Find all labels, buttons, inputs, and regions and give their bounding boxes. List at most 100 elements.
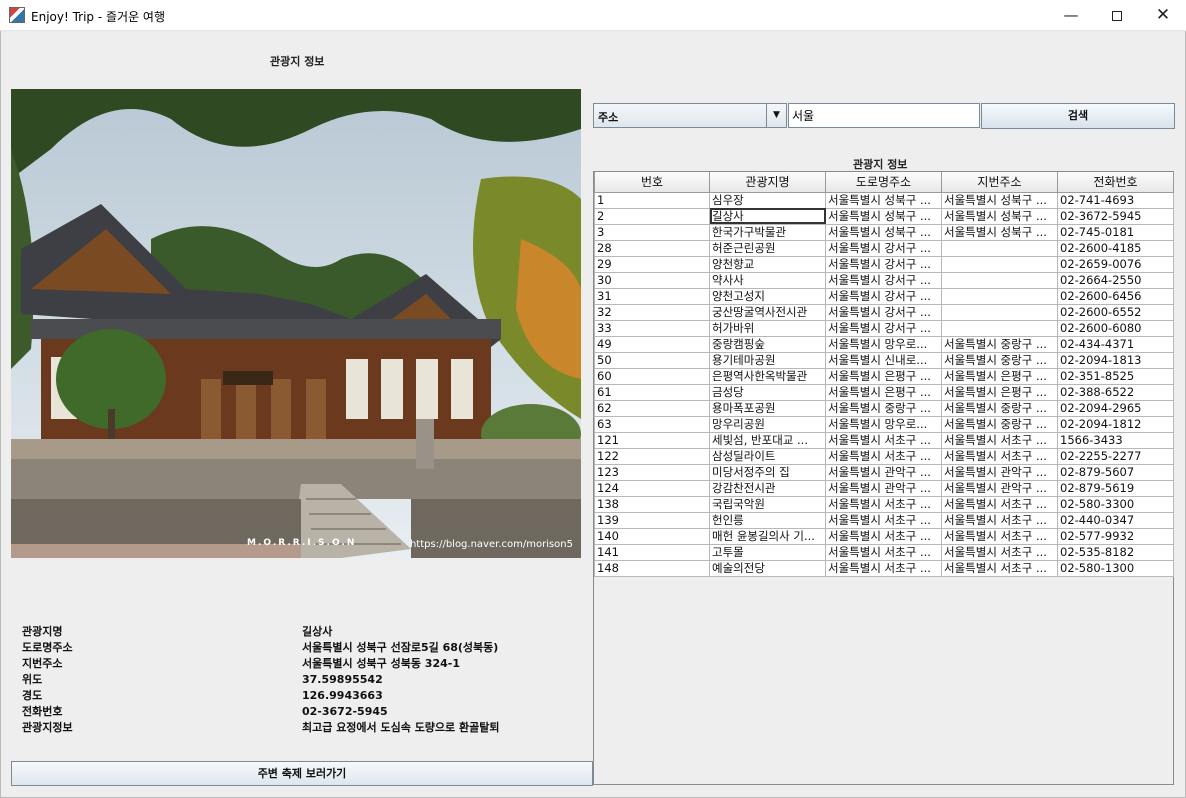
table-row[interactable]: 49 중랑캠핑숲 서울특별시 망우로... 서울특별시 중랑구 ... 02-434-4… — [594, 335, 1174, 353]
cell-name[interactable]: 용마폭포공원 — [709, 399, 826, 417]
cell-no[interactable]: 50 — [594, 351, 710, 369]
cell-name[interactable]: 금성당 — [709, 383, 826, 401]
cell-lot-address[interactable]: 서울특별시 서초구 ... — [941, 527, 1058, 545]
table-row[interactable]: 28 허준근린공원 서울특별시 강서구 ... 02-2600-4185 — [594, 239, 1174, 257]
table-row[interactable]: 60 은평역사한옥박물관 서울특별시 은평구 ... 서울특별시 은평구 ... 02-… — [594, 367, 1174, 385]
cell-no[interactable]: 123 — [594, 463, 710, 481]
cell-no[interactable]: 141 — [594, 543, 710, 561]
cell-name[interactable]: 매헌 윤봉길의사 기... — [709, 527, 826, 545]
cell-no[interactable]: 124 — [594, 479, 710, 497]
table-row[interactable]: 2 길상사 서울특별시 성북구 ... 서울특별시 성북구 ... 02-3672-59… — [594, 207, 1174, 225]
cell-road-address[interactable]: 서울특별시 성북구 ... — [825, 223, 942, 241]
column-header-name[interactable]: 관광지명 — [709, 172, 826, 193]
cell-no[interactable]: 121 — [594, 431, 710, 449]
cell-lot-address[interactable]: 서울특별시 성북구 ... — [941, 223, 1058, 241]
cell-road-address[interactable]: 서울특별시 관악구 ... — [825, 463, 942, 481]
cell-phone[interactable]: 02-434-4371 — [1057, 335, 1174, 353]
cell-name[interactable]: 한국가구박물관 — [709, 223, 826, 241]
cell-phone[interactable]: 02-2600-6456 — [1057, 287, 1174, 305]
cell-road-address[interactable]: 서울특별시 강서구 ... — [825, 255, 942, 273]
cell-no[interactable]: 148 — [594, 559, 710, 577]
cell-phone[interactable]: 02-2664-2550 — [1057, 271, 1174, 289]
cell-road-address[interactable]: 서울특별시 신내로... — [825, 351, 942, 369]
cell-road-address[interactable]: 서울특별시 서초구 ... — [825, 431, 942, 449]
table-row[interactable]: 121 세빛섬, 반포대교 ... 서울특별시 서초구 ... 서울특별시 서초구 .… — [594, 431, 1174, 449]
cell-phone[interactable]: 02-351-8525 — [1057, 367, 1174, 385]
cell-lot-address[interactable]: 서울특별시 성북구 ... — [941, 207, 1058, 225]
cell-road-address[interactable]: 서울특별시 강서구 ... — [825, 303, 942, 321]
cell-no[interactable]: 63 — [594, 415, 710, 433]
table-row[interactable]: 31 양천고성지 서울특별시 강서구 ... 02-2600-6456 — [594, 287, 1174, 305]
cell-phone[interactable]: 02-2600-4185 — [1057, 239, 1174, 257]
cell-name[interactable]: 중랑캠핑숲 — [709, 335, 826, 353]
cell-name[interactable]: 강감찬전시관 — [709, 479, 826, 497]
table-row[interactable]: 124 강감찬전시관 서울특별시 관악구 ... 서울특별시 관악구 ... 02-87… — [594, 479, 1174, 497]
cell-no[interactable]: 61 — [594, 383, 710, 401]
cell-road-address[interactable]: 서울특별시 관악구 ... — [825, 479, 942, 497]
table-row[interactable]: 33 허가바위 서울특별시 강서구 ... 02-2600-6080 — [594, 319, 1174, 337]
cell-lot-address[interactable]: 서울특별시 중랑구 ... — [941, 415, 1058, 433]
column-header-no[interactable]: 번호 — [594, 172, 710, 193]
cell-no[interactable]: 62 — [594, 399, 710, 417]
cell-road-address[interactable]: 서울특별시 강서구 ... — [825, 287, 942, 305]
cell-no[interactable]: 49 — [594, 335, 710, 353]
cell-phone[interactable]: 02-580-1300 — [1057, 559, 1174, 577]
table-row[interactable]: 141 고투몰 서울특별시 서초구 ... 서울특별시 서초구 ... 02-535-8… — [594, 543, 1174, 561]
table-row[interactable]: 139 헌인릉 서울특별시 서초구 ... 서울특별시 서초구 ... 02-440-0… — [594, 511, 1174, 529]
cell-phone[interactable]: 02-741-4693 — [1057, 191, 1174, 209]
search-button[interactable]: 검색 — [981, 103, 1175, 129]
table-row[interactable]: 140 매헌 윤봉길의사 기... 서울특별시 서초구 ... 서울특별시 서초구 .… — [594, 527, 1174, 545]
cell-phone[interactable]: 02-2094-1812 — [1057, 415, 1174, 433]
cell-road-address[interactable]: 서울특별시 서초구 ... — [825, 447, 942, 465]
cell-road-address[interactable]: 서울특별시 중랑구 ... — [825, 399, 942, 417]
nearby-festivals-button[interactable]: 주변 축제 보러가기 — [11, 761, 593, 786]
cell-name[interactable]: 궁산땅굴역사전시관 — [709, 303, 826, 321]
cell-name[interactable]: 약사사 — [709, 271, 826, 289]
cell-name[interactable]: 미당서정주의 집 — [709, 463, 826, 481]
cell-phone[interactable]: 02-388-6522 — [1057, 383, 1174, 401]
cell-name[interactable]: 양천고성지 — [709, 287, 826, 305]
maximize-button[interactable] — [1094, 0, 1140, 31]
cell-no[interactable]: 28 — [594, 239, 710, 257]
cell-lot-address[interactable]: 서울특별시 서초구 ... — [941, 543, 1058, 561]
cell-phone[interactable]: 02-2600-6552 — [1057, 303, 1174, 321]
cell-phone[interactable]: 02-879-5607 — [1057, 463, 1174, 481]
cell-lot-address[interactable]: 서울특별시 관악구 ... — [941, 479, 1058, 497]
cell-road-address[interactable]: 서울특별시 성북구 ... — [825, 191, 942, 209]
cell-phone[interactable]: 02-2255-2277 — [1057, 447, 1174, 465]
cell-road-address[interactable]: 서울특별시 강서구 ... — [825, 239, 942, 257]
cell-phone[interactable]: 02-535-8182 — [1057, 543, 1174, 561]
cell-lot-address[interactable]: 서울특별시 은평구 ... — [941, 367, 1058, 385]
cell-name[interactable]: 길상사 — [709, 207, 826, 225]
table-row[interactable]: 148 예술의전당 서울특별시 서초구 ... 서울특별시 서초구 ... 02-580… — [594, 559, 1174, 577]
table-row[interactable]: 63 망우리공원 서울특별시 망우로... 서울특별시 중랑구 ... 02-2094-… — [594, 415, 1174, 433]
cell-name[interactable]: 삼성딜라이트 — [709, 447, 826, 465]
cell-name[interactable]: 국립국악원 — [709, 495, 826, 513]
table-row[interactable]: 122 삼성딜라이트 서울특별시 서초구 ... 서울특별시 서초구 ... 02-22… — [594, 447, 1174, 465]
table-row[interactable]: 62 용마폭포공원 서울특별시 중랑구 ... 서울특별시 중랑구 ... 02-209… — [594, 399, 1174, 417]
table-row[interactable]: 32 궁산땅굴역사전시관 서울특별시 강서구 ... 02-2600-6552 — [594, 303, 1174, 321]
cell-phone[interactable]: 02-3672-5945 — [1057, 207, 1174, 225]
cell-phone[interactable]: 02-2094-2965 — [1057, 399, 1174, 417]
table-row[interactable]: 50 용기테마공원 서울특별시 신내로... 서울특별시 중랑구 ... 02-2094… — [594, 351, 1174, 369]
table-row[interactable]: 138 국립국악원 서울특별시 서초구 ... 서울특별시 서초구 ... 02-580… — [594, 495, 1174, 513]
cell-no[interactable]: 2 — [594, 207, 710, 225]
cell-road-address[interactable]: 서울특별시 망우로... — [825, 415, 942, 433]
cell-name[interactable]: 용기테마공원 — [709, 351, 826, 369]
cell-no[interactable]: 60 — [594, 367, 710, 385]
cell-no[interactable]: 3 — [594, 223, 710, 241]
cell-lot-address[interactable] — [941, 287, 1058, 305]
cell-road-address[interactable]: 서울특별시 서초구 ... — [825, 495, 942, 513]
cell-road-address[interactable]: 서울특별시 강서구 ... — [825, 271, 942, 289]
cell-lot-address[interactable]: 서울특별시 중랑구 ... — [941, 351, 1058, 369]
cell-road-address[interactable]: 서울특별시 서초구 ... — [825, 559, 942, 577]
cell-name[interactable]: 세빛섬, 반포대교 ... — [709, 431, 826, 449]
table-row[interactable]: 61 금성당 서울특별시 은평구 ... 서울특별시 은평구 ... 02-388-65… — [594, 383, 1174, 401]
cell-lot-address[interactable] — [941, 271, 1058, 289]
cell-name[interactable]: 양천향교 — [709, 255, 826, 273]
cell-road-address[interactable]: 서울특별시 서초구 ... — [825, 511, 942, 529]
cell-lot-address[interactable]: 서울특별시 서초구 ... — [941, 511, 1058, 529]
cell-name[interactable]: 은평역사한옥박물관 — [709, 367, 826, 385]
table-row[interactable]: 3 한국가구박물관 서울특별시 성북구 ... 서울특별시 성북구 ... 02-745… — [594, 223, 1174, 241]
cell-no[interactable]: 139 — [594, 511, 710, 529]
